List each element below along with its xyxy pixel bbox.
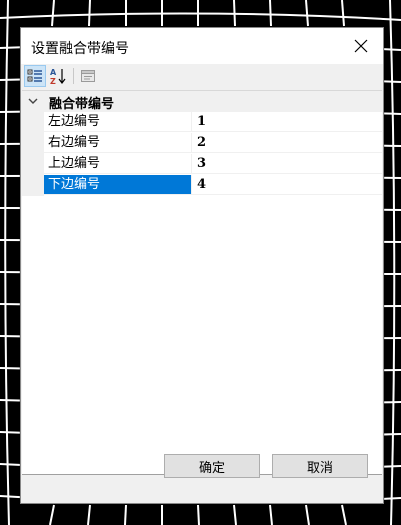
- property-row-right[interactable]: 右边编号 2: [22, 133, 382, 154]
- row-gutter: [22, 112, 44, 133]
- toolbar-separator: [73, 68, 74, 84]
- close-button[interactable]: [339, 28, 383, 64]
- row-gutter: [22, 154, 44, 175]
- dialog-title: 设置融合带编号: [31, 41, 129, 57]
- property-pages-button[interactable]: [78, 66, 98, 86]
- svg-text:Z: Z: [50, 77, 56, 85]
- property-pages-icon: [81, 70, 95, 82]
- property-grid: 融合带编号 左边编号 1 右边编号 2 上边编号 3 下边编号 4: [22, 90, 382, 475]
- property-name: 左边编号: [44, 112, 192, 132]
- property-name: 上边编号: [44, 154, 192, 174]
- property-grid-toolbar: A Z: [22, 65, 382, 87]
- property-name: 下边编号: [44, 175, 192, 195]
- property-row-left[interactable]: 左边编号 1: [22, 112, 382, 133]
- property-value[interactable]: 1: [192, 112, 382, 132]
- categorized-icon: [27, 69, 42, 82]
- property-value[interactable]: 2: [192, 133, 382, 153]
- row-gutter: [22, 175, 44, 196]
- property-value[interactable]: 4: [192, 175, 382, 195]
- sort-az-icon: A Z: [50, 68, 66, 85]
- close-icon: [354, 39, 368, 53]
- property-row-bottom[interactable]: 下边编号 4: [22, 175, 382, 196]
- categorized-view-button[interactable]: [24, 65, 46, 87]
- ok-button[interactable]: 确定: [164, 454, 260, 478]
- property-name: 右边编号: [44, 133, 192, 153]
- category-label: 融合带编号: [49, 97, 115, 112]
- category-collapse-toggle[interactable]: [26, 94, 40, 108]
- svg-text:A: A: [50, 68, 57, 77]
- alphabetical-view-button[interactable]: A Z: [48, 66, 68, 86]
- category-row: 融合带编号: [22, 91, 382, 112]
- chevron-down-icon: [28, 98, 38, 104]
- row-gutter: [22, 133, 44, 154]
- set-blend-band-dialog: 设置融合带编号 A Z 融合带编号 左边编号 1 右边编号 2 上边编号 3 下…: [20, 27, 384, 504]
- property-row-top[interactable]: 上边编号 3: [22, 154, 382, 175]
- cancel-button[interactable]: 取消: [272, 454, 368, 478]
- property-value[interactable]: 3: [192, 154, 382, 174]
- title-bar: 设置融合带编号: [21, 28, 383, 64]
